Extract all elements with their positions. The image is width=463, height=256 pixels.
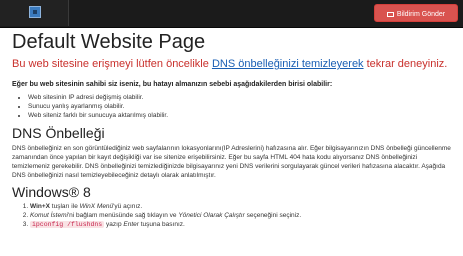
envelope-icon: [386, 12, 394, 17]
lead-text: Bu web sitesine erişmeyi lütfen öncelikl…: [12, 57, 452, 72]
step-text: yazıp: [104, 221, 124, 228]
step-emphasis: Yönetici Olarak Çalıştır: [178, 212, 245, 219]
brand-area[interactable]: [0, 0, 69, 26]
step-emphasis: WinX Menü: [79, 203, 114, 210]
windows-steps: Win+X tuşları ile WinX Menü'yü açınız. K…: [12, 202, 452, 229]
list-item: Web sitesinin IP adresi değişmiş olabili…: [28, 93, 452, 102]
step-text: tuşları ile: [50, 203, 80, 210]
windows-heading: Windows® 8: [12, 184, 91, 200]
step-emphasis: Komut İstemi: [30, 212, 68, 219]
reasons-list: Web sitesinin IP adresi değişmiş olabili…: [12, 93, 452, 120]
step-text: seçeneğini seçiniz.: [244, 212, 302, 219]
step-item: Komut İstemi'ni bağlam menüsünde sağ tık…: [30, 211, 452, 220]
lead-prefix: Bu web sitesine erişmeyi lütfen öncelikl…: [12, 58, 212, 70]
dns-heading: DNS Önbelleği: [12, 125, 105, 141]
send-notification-button[interactable]: Bildirim Gönder: [374, 4, 458, 22]
send-notification-label: Bildirim Gönder: [396, 11, 446, 18]
lead-suffix: tekrar deneyiniz.: [363, 58, 448, 70]
dns-paragraph: DNS önbelleğiniz en son görüntülediğiniz…: [12, 145, 451, 179]
step-text: 'yü açınız.: [113, 203, 143, 210]
page-title: Default Website Page: [12, 31, 206, 53]
command-code: ipconfig /flushdns: [30, 221, 105, 228]
key-combo: Win+X: [30, 203, 50, 210]
step-text: tuşuna basınız.: [138, 221, 185, 228]
step-item: ipconfig /flushdns yazıp Enter tuşuna ba…: [30, 220, 452, 229]
step-emphasis: Enter: [123, 221, 139, 228]
list-item: Web siteniz farklı bir sunucuya aktarılm…: [28, 111, 452, 120]
main-content: Default Website Page Bu web sitesine eri…: [12, 31, 452, 229]
top-navbar: Bildirim Gönder: [0, 0, 463, 28]
monitor-icon[interactable]: [29, 6, 41, 18]
reasons-intro: Eğer bu web sitesinin sahibi siz iseniz,…: [12, 81, 333, 88]
list-item: Sunucu yanlış ayarlanmış olabilir.: [28, 102, 452, 111]
dns-flush-link[interactable]: DNS önbelleğinizi temizleyerek: [212, 58, 364, 70]
step-text: 'ni bağlam menüsünde sağ tıklayın ve: [67, 212, 179, 219]
step-item: Win+X tuşları ile WinX Menü'yü açınız.: [30, 202, 452, 211]
